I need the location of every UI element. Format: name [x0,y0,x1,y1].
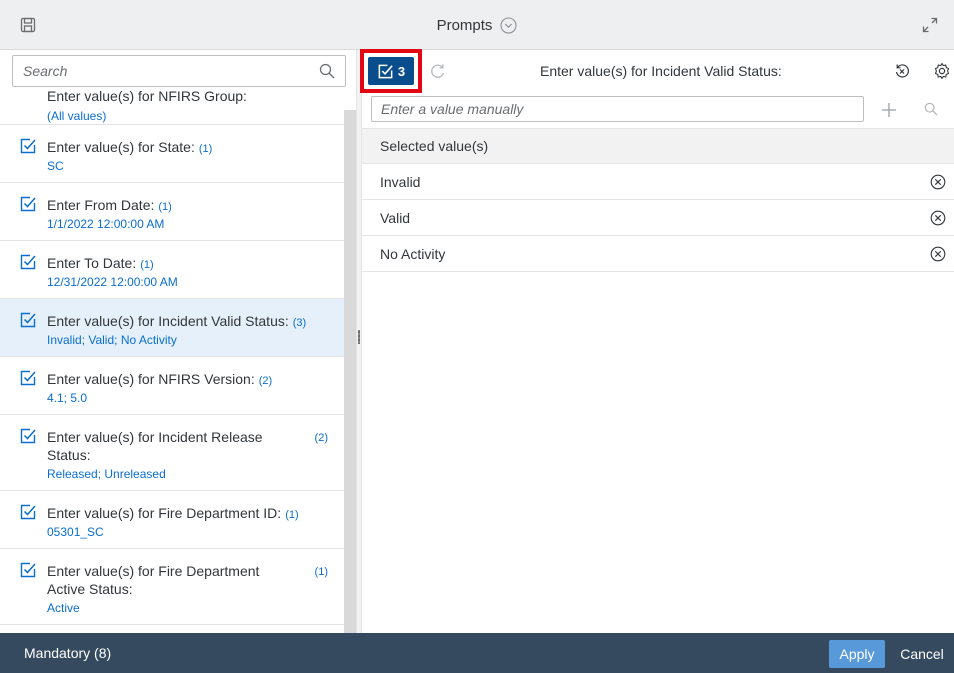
refresh-icon[interactable] [430,63,446,79]
prompt-list-scrollbar[interactable] [344,110,356,633]
checkbox-checked-icon [20,428,36,444]
prompt-value: 12/31/2022 12:00:00 AM [47,275,178,289]
mandatory-count: Mandatory (8) [24,645,112,661]
footer-bar: Mandatory (8) Apply Cancel [0,633,954,673]
add-value-icon[interactable] [881,102,897,118]
circle-chevron-down-icon[interactable] [500,17,517,34]
prompt-count: (2) [314,432,328,444]
gear-icon[interactable] [933,62,951,80]
prompt-value: SC [47,159,64,173]
values-toolbar: 3 Enter value(s) for Incident Valid Stat… [360,49,954,93]
prompt-title: Enter value(s) for State: [47,139,195,155]
prompt-title-line2: Active Status: [47,581,133,597]
selected-value-row: Invalid [362,164,954,200]
checkbox-checked-icon [20,312,36,328]
prompt-value: 1/1/2022 12:00:00 AM [47,217,165,231]
prompt-count: (1) [314,566,328,578]
selected-values-header: Selected value(s) [362,128,954,164]
prompt-value: Active [47,601,80,615]
apply-button[interactable]: Apply [829,640,885,668]
remove-circle-icon[interactable] [930,210,946,226]
checkbox-checked-icon [20,196,36,212]
prompt-value: Released; Unreleased [47,467,166,481]
selected-value-row: No Activity [362,236,954,272]
checkbox-checked-icon [20,370,36,386]
prompt-item-nfirs-group[interactable]: Enter value(s) for NFIRS Group: (All val… [0,90,344,125]
remove-circle-icon[interactable] [930,246,946,262]
search-icon[interactable] [319,63,335,79]
prompt-item-fire-department-id[interactable]: Enter value(s) for Fire Department ID: (1… [0,491,344,549]
cancel-button[interactable]: Cancel [894,640,950,668]
prompt-item-from-date[interactable]: Enter From Date: (1) 1/1/2022 12:00:00 AM [0,183,344,241]
prompt-title: Enter value(s) for Fire Department ID: [47,505,282,521]
prompt-heading: Enter value(s) for Incident Valid Status… [540,63,782,79]
selected-value-label: Valid [380,210,411,226]
prompt-value: Invalid; Valid; No Activity [47,333,177,347]
reset-values-icon[interactable] [894,63,910,79]
prompt-item-incident-release-status[interactable]: Enter value(s) for Incident Release Stat… [0,415,344,491]
prompt-item-to-date[interactable]: Enter To Date: (1) 12/31/2022 12:00:00 AM [0,241,344,299]
selected-values-button[interactable]: 3 [368,57,414,85]
selected-value-label: No Activity [380,246,446,262]
prompt-item-fire-department-active-status[interactable]: Enter value(s) for Fire Department Activ… [0,549,344,625]
prompt-value: 4.1; 5.0 [47,391,88,405]
window-title: Prompts [436,17,493,34]
prompt-title-line1: Enter value(s) for Incident Release [47,429,263,445]
prompt-count: (2) [258,375,273,387]
manual-value-field[interactable] [371,96,864,122]
prompt-title-line2: Status: [47,447,91,463]
prompt-list: Enter value(s) for NFIRS Group: (All val… [0,90,344,633]
expand-icon[interactable] [922,17,938,33]
checkbox-checked-icon [20,562,36,578]
prompt-value: 05301_SC [47,525,104,539]
prompt-count: (1) [158,201,172,213]
prompt-count: (3) [292,317,307,329]
checkbox-checked-icon [20,138,36,154]
search-icon[interactable] [924,102,938,116]
prompt-count: (1) [285,509,299,521]
prompt-title: Enter value(s) for Incident Valid Status… [47,313,289,329]
manual-value-input[interactable] [381,101,854,117]
checkbox-checked-icon [20,254,36,270]
checkbox-checked-icon [378,64,393,78]
splitter-grip-icon [358,330,360,344]
selected-values-list: Invalid Valid No Activity [362,164,954,272]
prompt-count: (1) [140,259,154,271]
prompt-title: Enter value(s) for NFIRS Group: [47,90,247,104]
title-bar: Prompts [0,0,954,50]
search-input[interactable] [23,63,319,79]
prompt-title-line1: Enter value(s) for Fire Department [47,563,260,579]
prompt-values-panel: 3 Enter value(s) for Incident Valid Stat… [360,49,954,633]
checkbox-checked-icon [20,504,36,520]
selected-count: 3 [397,63,406,79]
prompt-title: Enter From Date: [47,197,155,213]
prompts-list-panel: Enter value(s) for NFIRS Group: (All val… [0,50,356,633]
prompt-item-nfirs-version[interactable]: Enter value(s) for NFIRS Version: (2) 4.1… [0,357,344,415]
selected-value-label: Invalid [380,174,421,190]
selected-value-row: Valid [362,200,954,236]
prompt-value: (All values) [47,109,107,123]
prompt-item-state[interactable]: Enter value(s) for State: (1) SC [0,125,344,183]
remove-circle-icon[interactable] [930,174,946,190]
prompt-item-incident-valid-status[interactable]: Enter value(s) for Incident Valid Status… [0,299,344,357]
prompt-title: Enter value(s) for NFIRS Version: [47,371,255,387]
prompt-count: (1) [198,143,213,155]
search-box[interactable] [12,55,346,87]
prompt-title: Enter To Date: [47,255,137,271]
